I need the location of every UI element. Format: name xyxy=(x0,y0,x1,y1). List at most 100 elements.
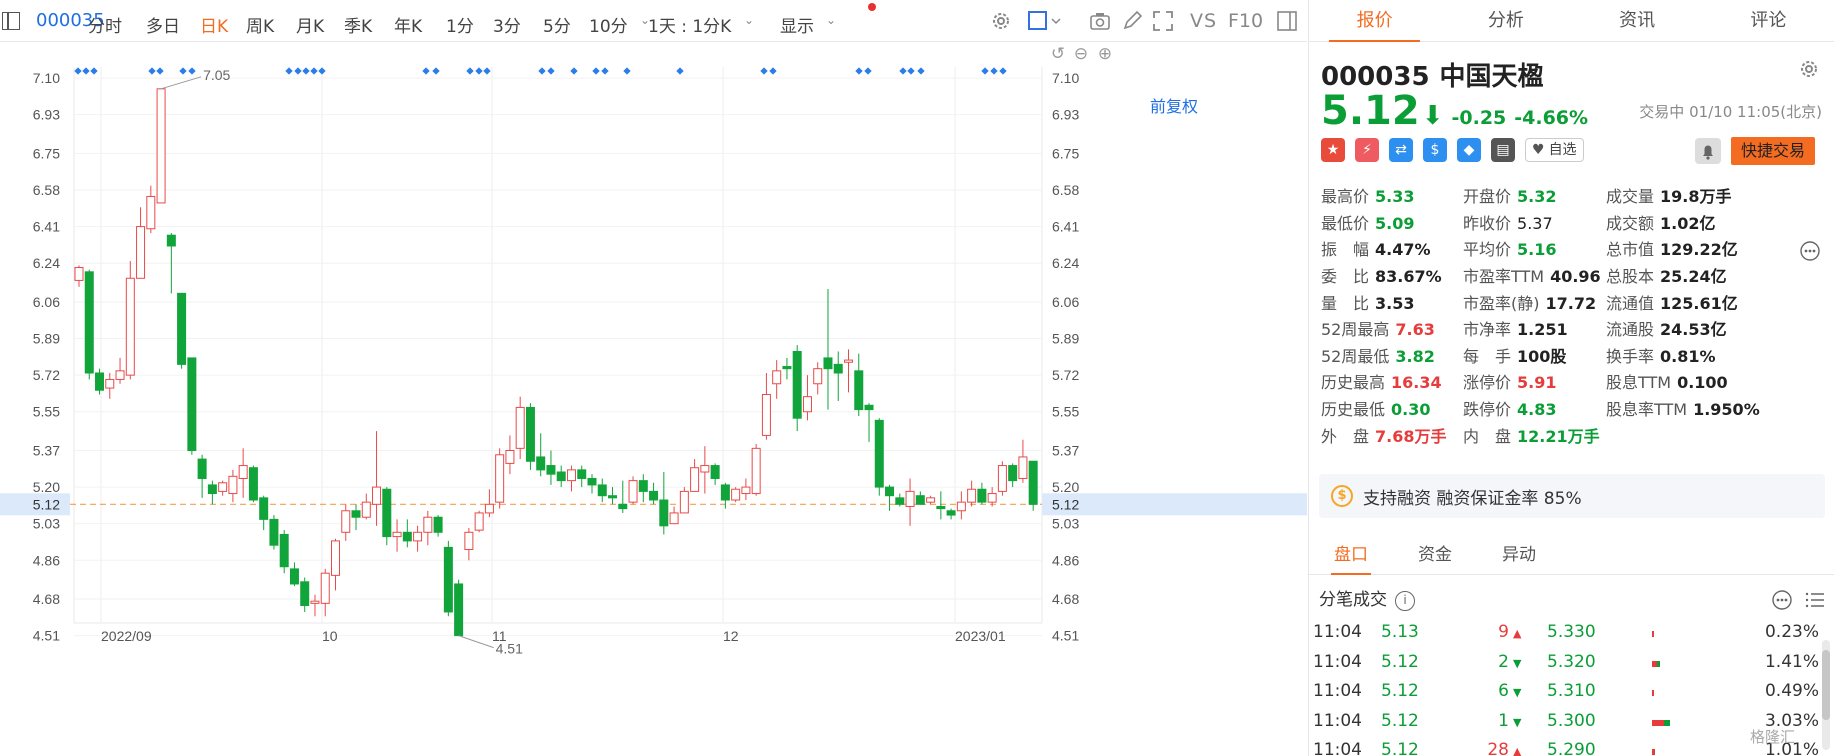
tick-ratio-bar xyxy=(1652,749,1655,755)
candle-body xyxy=(792,350,802,419)
china-flag-icon[interactable]: ★ xyxy=(1321,138,1345,162)
event-marker-diamond xyxy=(855,67,863,75)
pencil-icon[interactable] xyxy=(1121,10,1143,32)
candle-body xyxy=(361,501,371,518)
candle-body xyxy=(956,501,966,512)
period-tab-12[interactable]: 显示 xyxy=(780,12,814,37)
dollar-icon[interactable]: $ xyxy=(1423,138,1447,162)
layout-select-icon[interactable] xyxy=(1027,10,1061,32)
event-marker-diamond xyxy=(538,67,546,75)
display-dropdown-icon[interactable]: ⌄ xyxy=(826,13,836,27)
camera-icon[interactable] xyxy=(1089,10,1111,32)
stat-value: 5.09 xyxy=(1375,213,1415,233)
period-tab-11[interactable]: 1天 : 1分K xyxy=(648,12,731,37)
tab-analysis[interactable]: 分析 xyxy=(1440,0,1571,41)
more-info-icon[interactable] xyxy=(1799,240,1821,262)
tick-time: 11:04 xyxy=(1313,740,1362,756)
zoom-out-icon[interactable]: ⊖ xyxy=(1074,44,1088,64)
panel-toggle-icon[interactable] xyxy=(1276,10,1298,32)
stat-label: 流通股 xyxy=(1606,320,1655,340)
quote-settings-gear-icon[interactable] xyxy=(1798,58,1820,80)
candle-body xyxy=(156,88,166,204)
settings-gear-icon[interactable] xyxy=(990,10,1012,32)
shuffle-icon[interactable]: ⇄ xyxy=(1389,138,1413,162)
tick-row: 11:04 5.12 6 ▼ 5.310 0.49% xyxy=(1309,677,1834,707)
stat-value: 16.34 xyxy=(1391,373,1442,393)
event-marker-diamond xyxy=(285,67,293,75)
tag-icon[interactable]: ◆ xyxy=(1457,138,1481,162)
candle-body xyxy=(1008,465,1018,482)
candle-body xyxy=(823,357,833,370)
candle-body xyxy=(207,484,217,495)
kline-chart-area[interactable]: 前复权 7.10 7.10 6.93 6.93 6.75 6.75 6.58 6.58 6.41… xyxy=(0,43,1307,756)
candle-body xyxy=(608,495,618,499)
event-marker-diamond xyxy=(981,67,989,75)
menu-list-icon[interactable] xyxy=(1805,590,1825,610)
alert-bell-icon[interactable] xyxy=(1695,138,1721,164)
stat-label: 历史最低 xyxy=(1321,400,1386,420)
stat-label: 跌停价 xyxy=(1463,400,1512,420)
info-icon[interactable]: i xyxy=(1395,590,1415,611)
subtab-orderbook[interactable]: 盘口 xyxy=(1309,535,1393,575)
watchlist-button[interactable]: ♥ 自选 xyxy=(1525,138,1584,162)
reset-icon[interactable]: ↺ xyxy=(1051,44,1065,64)
candle-body xyxy=(443,546,453,613)
stat-label: 委 比 xyxy=(1321,267,1370,287)
book-icon[interactable]: ▤ xyxy=(1491,138,1515,162)
compare-vs-button[interactable]: VS xyxy=(1190,10,1217,32)
period-tab-0[interactable]: 分时 xyxy=(88,12,122,37)
subtab-moves[interactable]: 异动 xyxy=(1477,535,1561,574)
period-tab-4[interactable]: 月K xyxy=(296,12,324,37)
stat-label: 外 盘 xyxy=(1321,426,1370,446)
stat-label: 流通值 xyxy=(1606,293,1655,313)
stat-value: 0.30 xyxy=(1391,400,1431,420)
subtab-funds[interactable]: 资金 xyxy=(1393,535,1477,574)
y-tick-label-right: 5.20 xyxy=(1052,479,1079,495)
x-date-label: 2022/09 xyxy=(101,628,152,644)
period-tab-7[interactable]: 1分 xyxy=(446,12,474,37)
tick-price: 5.12 xyxy=(1381,710,1419,731)
event-marker-diamond xyxy=(760,67,768,75)
candlestick-chart[interactable]: 7.10 7.10 6.93 6.93 6.75 6.75 6.58 6.58 6.41 6.41… xyxy=(0,43,1307,756)
stat-row: 最高价 5.33 开盘价 5.32 成交量 19.8万手 xyxy=(1321,182,1831,209)
period-tab-5[interactable]: 季K xyxy=(344,12,372,37)
candle-body xyxy=(238,465,248,479)
lightning-icon[interactable]: ⚡ xyxy=(1355,138,1379,162)
period-tab-9[interactable]: 5分 xyxy=(543,12,571,37)
y-tick-label-left: 6.24 xyxy=(33,255,60,271)
watchlist-label: 自选 xyxy=(1548,142,1577,158)
period-tab-10[interactable]: 10分 xyxy=(589,12,628,37)
fullscreen-icon[interactable] xyxy=(1152,10,1174,32)
stat-cell: 52周最低 3.82 xyxy=(1321,343,1463,367)
y-tick-label-left: 7.10 xyxy=(33,70,60,86)
f10-button[interactable]: F10 xyxy=(1228,10,1263,32)
ticks-more-icon[interactable] xyxy=(1771,589,1793,611)
period-tab-1[interactable]: 多日 xyxy=(146,12,180,37)
ticks-scroll-thumb[interactable] xyxy=(1822,650,1830,720)
candle-body xyxy=(433,516,443,533)
quick-trade-button[interactable]: 快捷交易 xyxy=(1731,137,1816,165)
tab-quote[interactable]: 报价 xyxy=(1309,0,1440,42)
tab-news[interactable]: 资讯 xyxy=(1572,0,1703,41)
stat-cell: 涨停价 5.91 xyxy=(1463,369,1606,393)
stat-cell: 量 比 3.53 xyxy=(1321,290,1463,314)
sidebar-toggle-icon[interactable] xyxy=(2,12,20,30)
zoom-in-icon[interactable]: ⊕ xyxy=(1098,44,1112,64)
tick-ref-price: 5.310 xyxy=(1547,681,1596,701)
stat-cell: 52周最高 7.63 xyxy=(1321,316,1463,340)
period-tab-6[interactable]: 年K xyxy=(394,12,422,37)
period-tab-2[interactable]: 日K xyxy=(200,12,228,37)
tick-volume: 2 xyxy=(1498,651,1509,672)
tab-comments[interactable]: 评论 xyxy=(1703,0,1834,41)
stat-cell: 最高价 5.33 xyxy=(1321,183,1463,207)
stat-label: 内 盘 xyxy=(1463,426,1512,446)
stat-value: 83.67% xyxy=(1375,267,1442,287)
period-tab-3[interactable]: 周K xyxy=(246,12,274,37)
y-tick-label-right: 6.24 xyxy=(1052,255,1079,271)
candle-body xyxy=(638,480,648,492)
minute-kline-dropdown-icon[interactable]: ⌄ xyxy=(744,13,754,27)
stat-value: 129.22亿 xyxy=(1660,240,1738,260)
ten-min-dropdown-icon[interactable]: ⌄ xyxy=(640,13,650,27)
stat-label: 最高价 xyxy=(1321,187,1370,207)
period-tab-8[interactable]: 3分 xyxy=(493,12,521,37)
